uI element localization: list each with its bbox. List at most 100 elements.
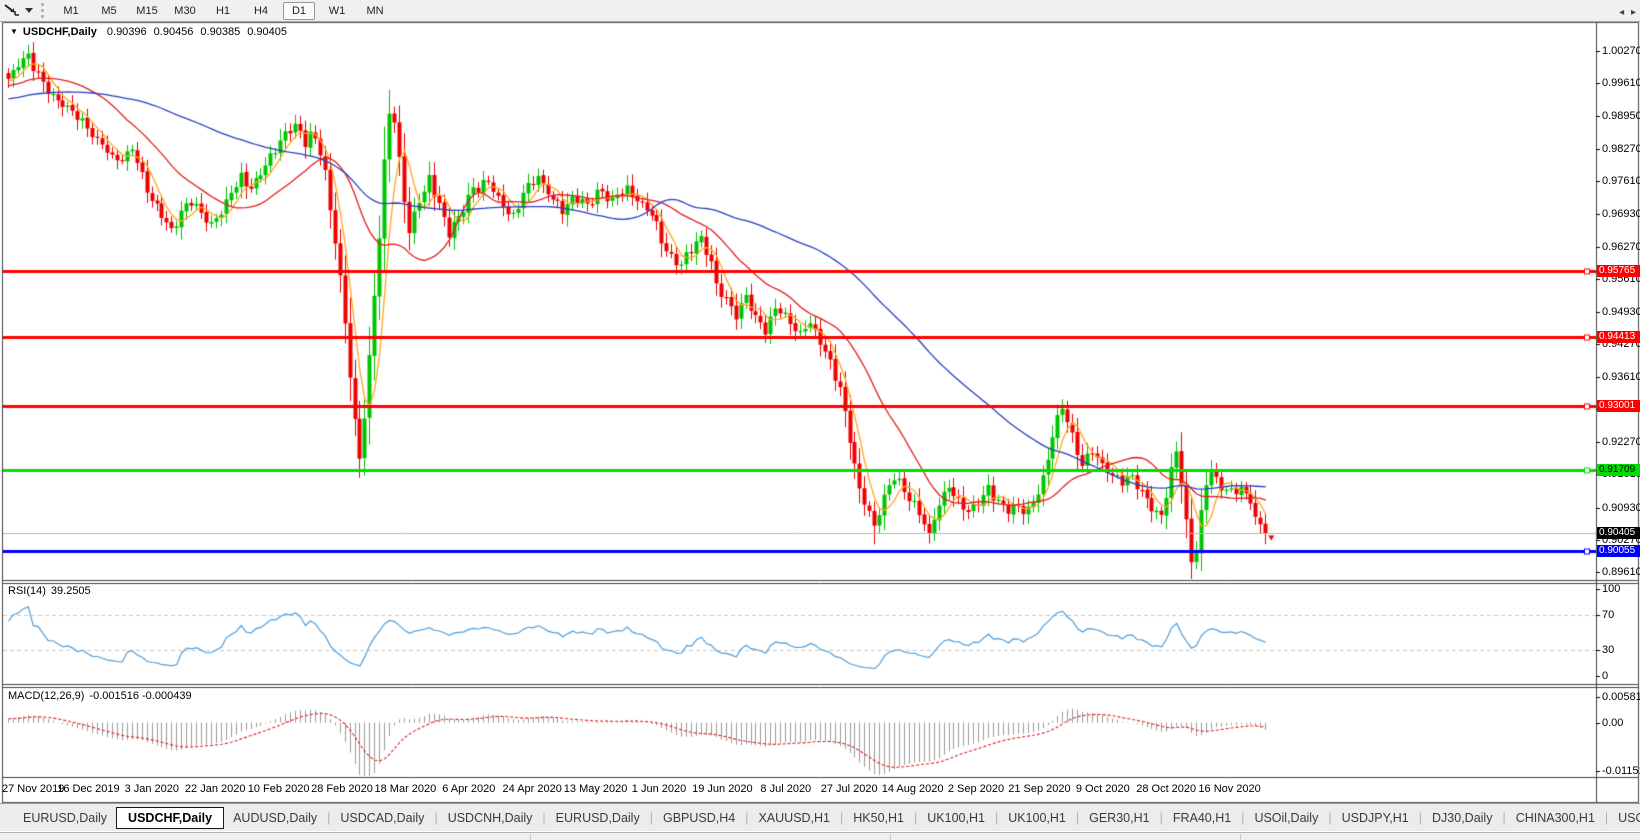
top-toolbar: M1 M5 M15 M30 H1 H4 D1 W1 MN xyxy=(0,0,1640,22)
chart-tabs: EURUSD,DailyUSDCHF,DailyAUDUSD,Daily|USD… xyxy=(14,807,1640,829)
price-axis-label: 0.98270 xyxy=(1602,143,1640,155)
macd-axis-label: -0.011514 xyxy=(1602,765,1640,777)
date-axis-label: 16 Dec 2019 xyxy=(57,783,119,795)
tab-ger30-h1[interactable]: GER30,H1 xyxy=(1080,809,1158,827)
tab-separator: | xyxy=(840,811,843,825)
timeframe-button-h4[interactable]: H4 xyxy=(245,2,277,20)
timeframe-buttons: M1 M5 M15 M30 H1 H4 D1 W1 MN xyxy=(52,2,394,20)
date-axis-label: 14 Aug 2020 xyxy=(882,783,944,795)
tab-hk50-h1[interactable]: HK50,H1 xyxy=(844,809,913,827)
date-axis-label: 27 Jul 2020 xyxy=(821,783,878,795)
price-level-tag: 0.94413 xyxy=(1597,331,1640,343)
tab-gbpusd-h4[interactable]: GBPUSD,H4 xyxy=(654,809,744,827)
price-axis-label: 0.99610 xyxy=(1602,77,1640,89)
date-axis-label: 22 Jan 2020 xyxy=(185,783,246,795)
timeframe-button-mn[interactable]: MN xyxy=(359,2,391,20)
tab-usdchf-daily[interactable]: USDCHF,Daily xyxy=(116,807,224,829)
tab-separator: | xyxy=(1502,811,1505,825)
tab-separator: | xyxy=(542,811,545,825)
tab-china300-h1[interactable]: CHINA300,H1 xyxy=(1507,809,1604,827)
timeframe-button-d1[interactable]: D1 xyxy=(283,2,315,20)
tab-separator: | xyxy=(1160,811,1163,825)
date-axis-label: 3 Jan 2020 xyxy=(125,783,179,795)
date-axis-label: 18 Mar 2020 xyxy=(375,783,437,795)
rsi-axis-label: 100 xyxy=(1602,583,1620,595)
timeframe-button-m30[interactable]: M30 xyxy=(169,2,201,20)
price-level-tag: 0.93001 xyxy=(1597,400,1640,412)
price-axis-label: 0.94930 xyxy=(1602,306,1640,318)
date-axis-label: 28 Feb 2020 xyxy=(311,783,373,795)
quote-low: 0.90385 xyxy=(200,26,240,38)
price-axis-label: 0.89610 xyxy=(1602,566,1640,578)
price-chart-canvas[interactable] xyxy=(0,0,1640,839)
chevron-down-icon[interactable] xyxy=(25,8,33,13)
date-axis-label: 6 Apr 2020 xyxy=(442,783,495,795)
date-axis-label: 27 Nov 2019 xyxy=(2,783,64,795)
tab-separator: | xyxy=(1419,811,1422,825)
tab-audusd-daily[interactable]: AUDUSD,Daily xyxy=(224,809,326,827)
timeframe-button-w1[interactable]: W1 xyxy=(321,2,353,20)
tab-uk100-h1[interactable]: UK100,H1 xyxy=(918,809,994,827)
collapse-chart-icon[interactable]: ▼ xyxy=(10,27,18,36)
tab-uk100-h1[interactable]: UK100,H1 xyxy=(999,809,1075,827)
date-axis-label: 21 Sep 2020 xyxy=(1008,783,1070,795)
timeframe-button-m15[interactable]: M15 xyxy=(131,2,163,20)
date-axis-label: 9 Oct 2020 xyxy=(1076,783,1130,795)
price-axis-label: 0.98950 xyxy=(1602,110,1640,122)
date-axis-label: 19 Jun 2020 xyxy=(692,783,753,795)
macd-axis-label: 0.005818 xyxy=(1602,691,1640,703)
price-axis-label: 0.96270 xyxy=(1602,241,1640,253)
tab-separator: | xyxy=(1076,811,1079,825)
price-axis-label: 0.92270 xyxy=(1602,436,1640,448)
date-axis-label: 10 Feb 2020 xyxy=(248,783,310,795)
tab-separator: | xyxy=(745,811,748,825)
tab-separator: | xyxy=(1328,811,1331,825)
tab-dj30-daily[interactable]: DJ30,Daily xyxy=(1423,809,1501,827)
toolbar-grip[interactable] xyxy=(41,3,44,18)
tab-separator: | xyxy=(995,811,998,825)
timeframe-button-m1[interactable]: M1 xyxy=(55,2,87,20)
timeframe-button-m5[interactable]: M5 xyxy=(93,2,125,20)
tab-scroll-controls: ◂ ▸ xyxy=(1615,7,1636,18)
tab-eurusd-daily[interactable]: EURUSD,Daily xyxy=(547,809,649,827)
tab-xauusd-h1[interactable]: XAUUSD,H1 xyxy=(749,809,839,827)
tab-separator: | xyxy=(914,811,917,825)
tab-separator: | xyxy=(650,811,653,825)
date-axis-label: 8 Jul 2020 xyxy=(760,783,811,795)
price-axis-label: 0.90930 xyxy=(1602,502,1640,514)
tab-fra40-h1[interactable]: FRA40,H1 xyxy=(1164,809,1240,827)
tab-eurusd-daily[interactable]: EURUSD,Daily xyxy=(14,809,116,827)
tab-usoil-daily[interactable]: USOil,Daily xyxy=(1245,809,1327,827)
quote-open: 0.90396 xyxy=(107,26,147,38)
date-axis-label: 2 Sep 2020 xyxy=(948,783,1004,795)
quote-close: 0.90405 xyxy=(247,26,287,38)
date-axis-label: 28 Oct 2020 xyxy=(1136,783,1196,795)
tab-separator: | xyxy=(1605,811,1608,825)
tab-separator: | xyxy=(434,811,437,825)
current-price-tag: 0.90405 xyxy=(1597,527,1640,539)
tab-separator: | xyxy=(327,811,330,825)
price-axis-label: 1.00270 xyxy=(1602,45,1640,57)
timeframe-button-h1[interactable]: H1 xyxy=(207,2,239,20)
tab-usdcad-daily[interactable]: USDCAD,Daily xyxy=(331,809,433,827)
chart-title: ▼ USDCHF,Daily 0.90396 0.90456 0.90385 0.9040… xyxy=(10,26,294,38)
chart-tab-bar: EURUSD,DailyUSDCHF,DailyAUDUSD,Daily|USD… xyxy=(0,803,1640,831)
macd-axis-label: 0.00 xyxy=(1602,717,1623,729)
tab-scroll-right-icon[interactable]: ▸ xyxy=(1631,7,1636,18)
tab-scroll-left-icon[interactable]: ◂ xyxy=(1619,7,1624,18)
rsi-axis-label: 30 xyxy=(1602,644,1614,656)
chart-symbol-label: USDCHF,Daily xyxy=(23,26,97,38)
price-level-tag: 0.91709 xyxy=(1597,464,1640,476)
date-axis-label: 16 Nov 2020 xyxy=(1198,783,1260,795)
price-axis-label: 0.96930 xyxy=(1602,208,1640,220)
tab-usdcnh-daily[interactable]: USDCNH,Daily xyxy=(439,809,542,827)
price-level-tag: 0.95765 xyxy=(1597,265,1640,277)
tab-usoil-h1[interactable]: USOil,H1 xyxy=(1609,809,1640,827)
quote-high: 0.90456 xyxy=(154,26,194,38)
tab-usdjpy-h1[interactable]: USDJPY,H1 xyxy=(1333,809,1418,827)
price-axis-label: 0.97610 xyxy=(1602,175,1640,187)
tab-separator: | xyxy=(1241,811,1244,825)
rsi-indicator-label: RSI(14)39.2505 xyxy=(8,585,91,597)
date-axis-label: 13 May 2020 xyxy=(564,783,628,795)
crosshair-tool-icon[interactable] xyxy=(3,3,21,18)
